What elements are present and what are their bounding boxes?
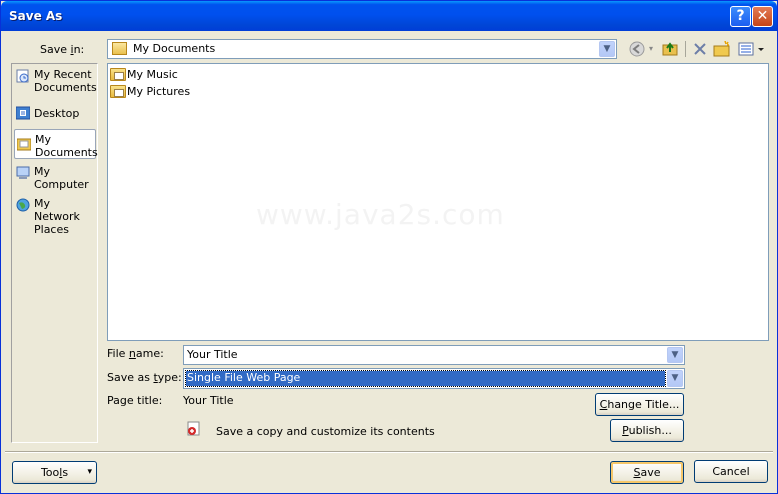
page-title-label: Page title: — [107, 394, 163, 407]
place-label-line1: My — [35, 133, 52, 146]
my-computer-icon — [16, 166, 30, 179]
my-documents-icon — [17, 138, 31, 151]
file-name-input[interactable]: Your Title ▼ — [183, 345, 685, 365]
place-label-line2: Places — [34, 223, 69, 236]
places-bar: My Recent Documents Desktop My Documents M… — [11, 63, 98, 443]
place-label-line2: Computer — [34, 178, 89, 191]
place-my-recent-documents[interactable]: My Recent Documents — [14, 67, 97, 97]
views-button[interactable] — [738, 41, 766, 57]
save-as-dialog: Save As ? ✕ Save in: My Documents ▼ ▾ My… — [0, 0, 778, 494]
watermark: www.java2s.com — [256, 198, 505, 231]
network-places-icon — [16, 198, 30, 212]
place-label-line1: My Recent — [34, 68, 92, 81]
cancel-button[interactable]: Cancel — [694, 460, 768, 483]
back-button[interactable] — [629, 41, 645, 57]
place-my-documents[interactable]: My Documents — [14, 129, 98, 159]
delete-x-icon — [694, 43, 706, 55]
help-button[interactable]: ? — [730, 6, 751, 27]
close-button[interactable]: ✕ — [752, 6, 773, 27]
folder-pictures-icon — [110, 85, 126, 98]
change-title-button[interactable]: Change Title... — [595, 393, 684, 416]
publish-button[interactable]: Publish... — [610, 419, 684, 442]
views-menu-icon — [738, 42, 764, 56]
place-my-network-places[interactable]: My Network Places — [14, 196, 96, 236]
save-in-value: My Documents — [133, 42, 216, 55]
close-icon: ✕ — [756, 8, 769, 24]
chevron-down-icon[interactable]: ▼ — [667, 370, 683, 387]
toolbar-separator — [685, 41, 686, 57]
footer-divider — [5, 451, 773, 453]
dialog-title: Save As — [9, 9, 63, 23]
file-name: My Pictures — [127, 85, 191, 98]
chevron-down-icon[interactable]: ▼ — [667, 347, 683, 363]
folder-music-icon — [110, 68, 126, 81]
place-label-line2: Documents — [35, 146, 98, 159]
back-dropdown-arrow-icon[interactable]: ▾ — [649, 41, 657, 57]
file-list[interactable]: My Music My Pictures www.java2s.com — [107, 63, 769, 341]
place-label-line1: My Network — [34, 197, 80, 223]
save-copy-text: Save a copy and customize its contents — [216, 425, 435, 438]
title-bar[interactable]: Save As ? ✕ — [1, 1, 777, 31]
back-arrow-icon — [629, 41, 645, 57]
my-documents-folder-icon — [112, 42, 127, 55]
delete-button[interactable] — [692, 41, 708, 57]
file-name-value: Your Title — [187, 348, 238, 361]
tools-button[interactable]: Tools ▾ — [12, 461, 97, 484]
place-label-line1: Desktop — [34, 107, 80, 120]
file-name: My Music — [127, 68, 178, 81]
save-as-type-value: Single File Web Page — [187, 371, 301, 384]
up-one-level-button[interactable] — [662, 41, 678, 57]
web-page-copy-icon — [187, 421, 200, 436]
place-label-line1: My — [34, 165, 51, 178]
save-in-dropdown[interactable]: My Documents ▼ — [107, 39, 617, 59]
desktop-icon — [16, 106, 30, 120]
save-button[interactable]: Save — [610, 461, 684, 484]
chevron-down-icon[interactable]: ▼ — [599, 41, 615, 57]
create-new-folder-button[interactable] — [713, 40, 730, 57]
chevron-down-icon: ▾ — [87, 467, 92, 477]
place-label-line2: Documents — [34, 81, 97, 94]
save-as-type-label: Save as type: — [107, 371, 182, 384]
place-my-computer[interactable]: My Computer — [14, 164, 96, 194]
save-as-type-dropdown[interactable]: Single File Web Page ▼ — [183, 368, 685, 389]
help-icon: ? — [736, 8, 745, 24]
up-folder-icon — [662, 42, 678, 56]
recent-documents-icon — [16, 69, 29, 83]
new-folder-icon — [713, 40, 730, 57]
page-title-value: Your Title — [183, 394, 234, 407]
save-in-label: Save in: — [40, 43, 85, 56]
file-name-label: File name: — [107, 347, 164, 360]
